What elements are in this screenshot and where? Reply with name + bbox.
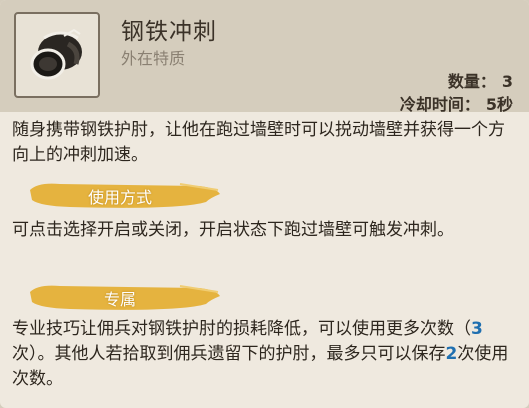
exclusive-highlight-b: 2 — [445, 344, 458, 364]
usage-text: 可点击选择开启或关闭，开启状态下跑过墙壁可触发冲刺。 — [12, 220, 454, 240]
item-detail-card: 钢铁冲刺 外在特质 数量： 3 冷却时间： 5秒 随身携带钢铁护肘，让他在跑过墙壁时… — [0, 0, 529, 408]
steel-bracer-icon — [30, 28, 82, 80]
cooldown-label: 冷却时间： — [399, 95, 480, 114]
exclusive-text-b: 次）。其他人若拾取到佣兵遗留下的护肘，最多只可以保存 — [12, 344, 446, 364]
exclusive-heading-banner: 专属 — [30, 282, 220, 312]
exclusive-text: 专业技巧让佣兵对钢铁护肘的损耗降低，可以使用更多次数（3 次）。其他人若拾取到佣兵… — [12, 317, 519, 392]
cooldown-value: 5秒 — [485, 95, 513, 114]
exclusive-text-a: 专业技巧让佣兵对钢铁护肘的损耗降低，可以使用更多次数（ — [12, 319, 471, 339]
item-icon-frame — [14, 12, 100, 98]
item-count: 数量： 3 — [448, 68, 513, 92]
count-value: 3 — [501, 72, 513, 91]
count-label: 数量： — [447, 72, 496, 91]
item-description: 随身携带钢铁护肘，让他在跑过墙壁时可以捝动墙壁并获得一个方向上的冲刺加速。 — [12, 120, 505, 165]
usage-heading-banner: 使用方式 — [30, 180, 220, 210]
exclusive-heading: 专属 — [103, 290, 136, 309]
item-cooldown: 冷却时间： 5秒 — [400, 91, 513, 115]
exclusive-highlight-a: 3 — [471, 319, 483, 339]
usage-heading: 使用方式 — [87, 188, 152, 207]
item-header: 钢铁冲刺 外在特质 数量： 3 冷却时间： 5秒 — [0, 0, 529, 115]
item-type: 外在特质 — [121, 49, 186, 68]
item-name: 钢铁冲刺 — [121, 19, 217, 45]
